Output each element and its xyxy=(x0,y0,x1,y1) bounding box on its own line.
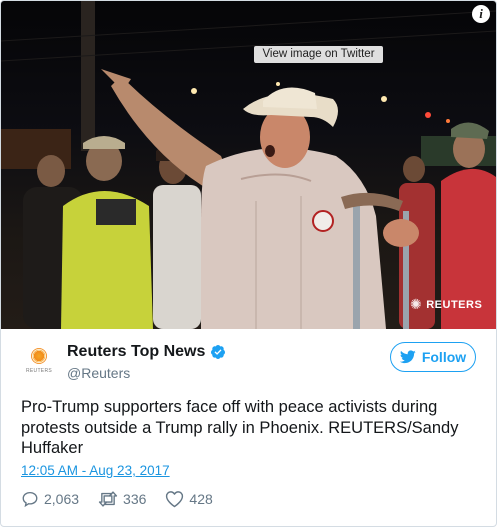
follow-label: Follow xyxy=(421,349,467,365)
reply-icon xyxy=(22,491,38,508)
follow-button[interactable]: Follow xyxy=(390,342,476,372)
reuters-logo-icon xyxy=(31,348,47,364)
tweet-header: REUTERS Reuters Top News @Reuters Follow xyxy=(21,341,476,385)
avatar[interactable]: REUTERS xyxy=(21,344,57,380)
twitter-bird-icon xyxy=(399,350,416,364)
protest-photo-scene xyxy=(1,1,496,329)
reply-button[interactable]: 2,063 xyxy=(21,490,79,508)
avatar-label: REUTERS xyxy=(26,368,52,374)
tweet-card: i View image on Twitter ✺ REUTERS REUTER… xyxy=(0,0,497,527)
account-name-row: Reuters Top News xyxy=(67,343,226,361)
tweet-timestamp[interactable]: 12:05 AM - Aug 23, 2017 xyxy=(21,463,170,478)
like-button[interactable]: 428 xyxy=(165,490,213,508)
retweet-count: 336 xyxy=(123,491,147,507)
retweet-button[interactable]: 336 xyxy=(98,490,146,508)
view-image-on-twitter-button[interactable]: View image on Twitter xyxy=(254,46,383,63)
tweet-text: Pro-Trump supporters face off with peace… xyxy=(21,398,459,457)
retweet-icon xyxy=(98,491,118,507)
reuters-watermark: ✺ REUTERS xyxy=(410,296,482,313)
like-heart-icon xyxy=(166,491,184,508)
watermark-text: REUTERS xyxy=(426,298,483,311)
reply-count: 2,063 xyxy=(44,491,80,507)
info-icon[interactable]: i xyxy=(472,5,490,23)
like-count: 428 xyxy=(189,491,213,507)
verified-badge-icon xyxy=(211,345,226,359)
account-name[interactable]: Reuters Top News xyxy=(67,343,205,361)
tweet-photo[interactable]: i View image on Twitter ✺ REUTERS xyxy=(1,1,496,329)
tweet-actions: 2,063 336 428 xyxy=(21,490,232,508)
account-handle[interactable]: @Reuters xyxy=(67,365,130,381)
reuters-logo-icon: ✺ xyxy=(410,296,423,312)
